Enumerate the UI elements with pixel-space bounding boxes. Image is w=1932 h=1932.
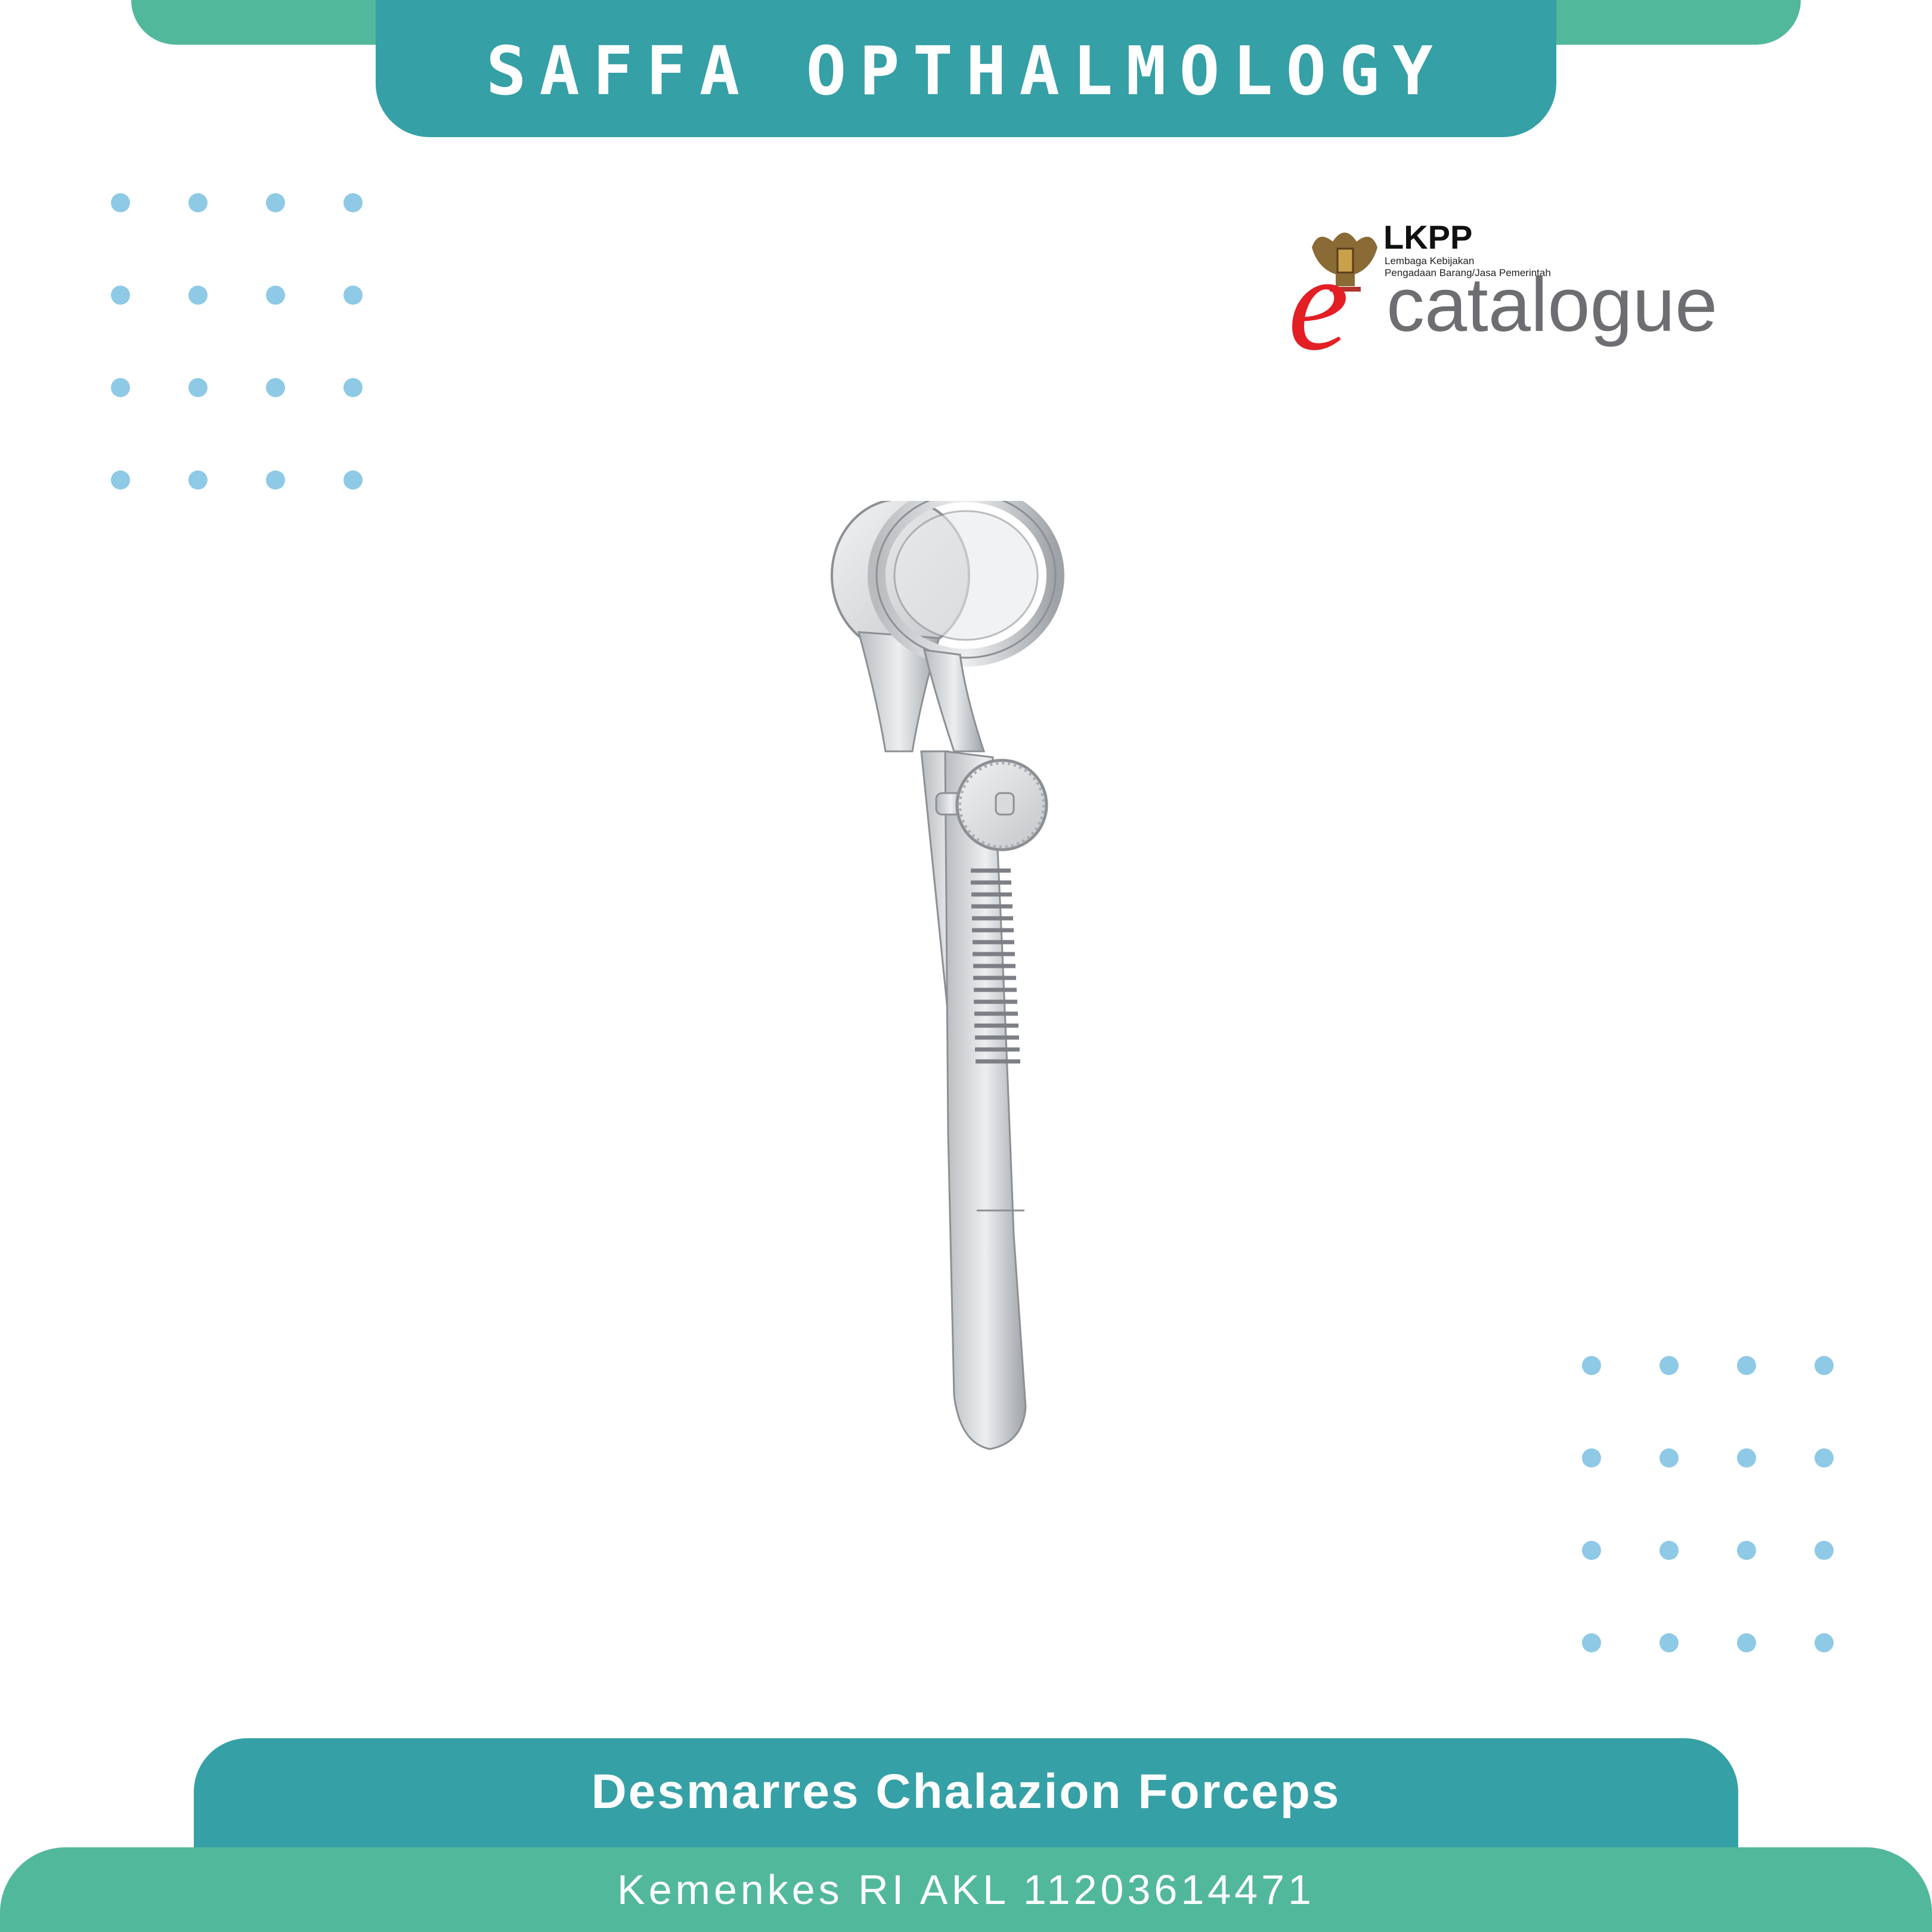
decorative-dot [266,378,285,397]
decorative-dot [111,193,130,212]
decorative-dot [266,193,285,212]
decorative-dot [188,470,208,490]
decorative-dot [111,286,130,305]
title-banner: SAFFA OPTHALMOLOGY [376,0,1556,137]
decorative-dot [1659,1356,1679,1375]
logo-e-letter: e [1288,227,1349,361]
decorative-dot [1737,1356,1756,1375]
decorative-dot [1815,1356,1834,1375]
decorative-dot [266,470,285,490]
decorative-dot [343,193,363,212]
decorative-dot [1582,1448,1601,1467]
product-name: Desmarres Chalazion Forceps [591,1764,1341,1819]
decorative-dot [1659,1633,1679,1652]
decorative-dot [188,286,208,305]
brand-title: SAFFA OPTHALMOLOGY [486,33,1446,110]
decorative-dot [1815,1633,1834,1652]
decorative-dot [266,286,285,305]
decorative-dot [111,378,130,397]
decorative-dot [1582,1356,1601,1375]
ecatalogue-logo: LKPP Lembaga Kebijakan Pengadaan Barang/… [1288,218,1717,361]
decorative-dot [1737,1633,1756,1652]
decorative-dot [1815,1448,1834,1467]
license-text: Kemenkes RI AKL 11203614471 [617,1866,1315,1913]
decorative-dot [343,378,363,397]
decorative-dot [188,193,208,212]
dot-grid-bottom-right [1582,1356,1834,1652]
decorative-dot [1659,1541,1679,1560]
decorative-dot [1582,1541,1601,1560]
decorative-dot [1659,1448,1679,1467]
chalazion-forceps-image [831,501,1064,1450]
decorative-dot [111,470,130,490]
logo-catalogue-word: catalogue [1386,262,1717,348]
decorative-dot [188,378,208,397]
lkpp-text: LKPP [1383,218,1472,256]
decorative-dot [343,470,363,490]
decorative-dot [1737,1448,1756,1467]
decorative-dot [1582,1633,1601,1652]
decorative-dot [343,286,363,305]
decorative-dot [1815,1541,1834,1560]
dot-grid-top-left [111,193,363,490]
license-band: Kemenkes RI AKL 11203614471 [0,1847,1932,1932]
decorative-dot [1737,1541,1756,1560]
